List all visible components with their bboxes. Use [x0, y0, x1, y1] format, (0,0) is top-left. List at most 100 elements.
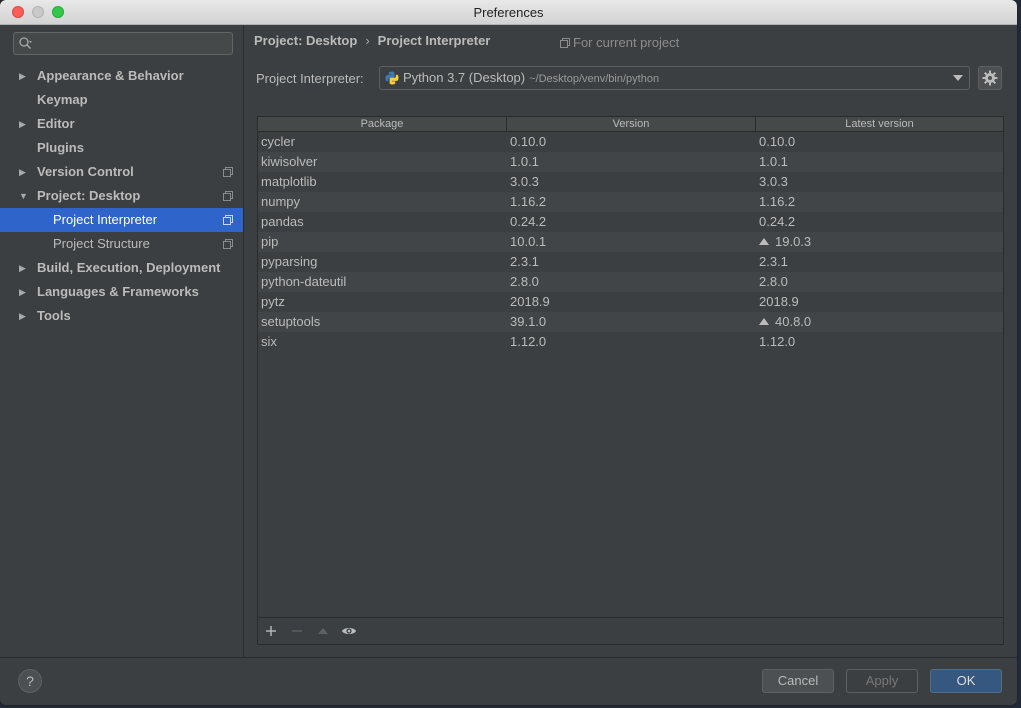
latest-version-text: 2.8.0 — [759, 274, 788, 289]
settings-tree: ▶ Appearance & Behavior Keymap ▶ Editor … — [0, 64, 243, 328]
settings-search-input[interactable] — [13, 32, 233, 55]
breadcrumb: Project: Desktop › Project Interpreter — [254, 33, 490, 48]
package-version-cell: 3.0.3 — [510, 174, 539, 189]
expand-arrow-icon[interactable]: ▶ — [19, 280, 29, 304]
cancel-button[interactable]: Cancel — [762, 669, 834, 693]
table-body: cycler 0.10.0 0.10.0 kiwisolver 1.0.1 1.0.1 ma… — [258, 132, 1003, 352]
column-header-latest-version[interactable]: Latest version — [756, 117, 1003, 131]
latest-version-text: 0.24.2 — [759, 214, 796, 229]
sidebar-item-build-execution-deployment[interactable]: ▶ Build, Execution, Deployment — [0, 256, 243, 280]
table-row[interactable]: pandas 0.24.2 0.24.2 — [258, 212, 1003, 232]
collapse-arrow-icon[interactable]: ▼ — [19, 184, 29, 208]
package-latest-version-cell: 40.8.0 — [759, 312, 811, 332]
sidebar-item-languages-frameworks[interactable]: ▶ Languages & Frameworks — [0, 280, 243, 304]
latest-version-text: 1.0.1 — [759, 154, 788, 169]
package-version-cell: 39.1.0 — [510, 314, 547, 329]
column-header-package[interactable]: Package — [258, 117, 507, 131]
latest-version-text: 0.10.0 — [759, 134, 796, 149]
package-name-cell: python-dateutil — [261, 274, 347, 289]
expand-arrow-icon[interactable]: ▶ — [19, 64, 29, 88]
package-name-cell: pyparsing — [261, 254, 318, 269]
ok-button[interactable]: OK — [930, 669, 1002, 693]
project-scope-icon — [223, 167, 233, 177]
table-row[interactable]: pytz 2018.9 2018.9 — [258, 292, 1003, 312]
sidebar-item-keymap[interactable]: Keymap — [0, 88, 243, 112]
python-icon — [385, 71, 399, 85]
package-name-cell: matplotlib — [261, 174, 317, 189]
table-row[interactable]: kiwisolver 1.0.1 1.0.1 — [258, 152, 1003, 172]
zoom-window-button[interactable] — [52, 6, 64, 18]
table-row[interactable]: pyparsing 2.3.1 2.3.1 — [258, 252, 1003, 272]
package-version-cell: 0.24.2 — [510, 214, 547, 229]
sidebar-item-label: Build, Execution, Deployment — [37, 260, 221, 275]
project-scope-icon — [223, 191, 233, 201]
breadcrumb-separator: › — [365, 33, 370, 48]
table-row[interactable]: python-dateutil 2.8.0 2.8.0 — [258, 272, 1003, 292]
sidebar-item-plugins[interactable]: Plugins — [0, 136, 243, 160]
minimize-window-button[interactable] — [32, 6, 44, 18]
package-latest-version-cell: 0.10.0 — [759, 132, 795, 152]
package-latest-version-cell: 19.0.3 — [759, 232, 811, 252]
latest-version-text: 40.8.0 — [775, 314, 812, 329]
table-row[interactable]: numpy 1.16.2 1.16.2 — [258, 192, 1003, 212]
package-latest-version-cell: 2.8.0 — [759, 272, 788, 292]
expand-arrow-icon[interactable]: ▶ — [19, 112, 29, 136]
package-name-cell: cycler — [261, 134, 295, 149]
packages-toolbar — [258, 617, 1003, 644]
upgrade-available-icon — [759, 238, 769, 245]
package-name-cell: pandas — [261, 214, 304, 229]
latest-version-text: 2.3.1 — [759, 254, 788, 269]
breadcrumb-current: Project Interpreter — [377, 33, 491, 48]
package-version-cell: 0.10.0 — [510, 134, 547, 149]
packages-table[interactable]: Package Version Latest version cycler 0.1… — [257, 116, 1004, 645]
interpreter-select[interactable]: Python 3.7 (Desktop) ~/Desktop/venv/bin/p… — [379, 66, 970, 90]
package-version-cell: 2018.9 — [510, 294, 550, 309]
project-scope-icon — [223, 215, 233, 225]
sidebar-item-label: Version Control — [37, 164, 134, 179]
package-name-cell: pytz — [261, 294, 285, 309]
latest-version-text: 3.0.3 — [759, 174, 788, 189]
column-header-version[interactable]: Version — [507, 117, 756, 131]
eye-icon[interactable] — [341, 623, 357, 639]
sidebar-item-label: Project Interpreter — [53, 212, 158, 227]
chevron-down-icon[interactable] — [953, 75, 963, 81]
sidebar-item-tools[interactable]: ▶ Tools — [0, 304, 243, 328]
sidebar-item-editor[interactable]: ▶ Editor — [0, 112, 243, 136]
table-row[interactable]: six 1.12.0 1.12.0 — [258, 332, 1003, 352]
upgrade-package-icon[interactable] — [315, 623, 331, 639]
sidebar-item-appearance-behavior[interactable]: ▶ Appearance & Behavior — [0, 64, 243, 88]
sidebar-item-project-interpreter[interactable]: Project Interpreter — [0, 208, 243, 232]
preferences-window: Preferences ▶ Appearance & Behavior Keym… — [0, 0, 1017, 705]
help-button[interactable]: ? — [18, 669, 42, 693]
table-header: Package Version Latest version — [258, 117, 1003, 132]
remove-package-icon[interactable] — [289, 623, 305, 639]
settings-sidebar: ▶ Appearance & Behavior Keymap ▶ Editor … — [0, 25, 244, 657]
close-window-button[interactable] — [12, 6, 24, 18]
expand-arrow-icon[interactable]: ▶ — [19, 160, 29, 184]
sidebar-item-label: Languages & Frameworks — [37, 284, 199, 299]
table-row[interactable]: setuptools 39.1.0 40.8.0 — [258, 312, 1003, 332]
expand-arrow-icon[interactable]: ▶ — [19, 256, 29, 280]
sidebar-item-project-structure[interactable]: Project Structure — [0, 232, 243, 256]
package-version-cell: 2.3.1 — [510, 254, 539, 269]
breadcrumb-parent[interactable]: Project: Desktop — [254, 33, 357, 48]
interpreter-value: Python 3.7 (Desktop) ~/Desktop/venv/bin/p… — [403, 70, 659, 85]
settings-content: Project: Desktop › Project Interpreter For… — [244, 25, 1017, 657]
project-scope-icon — [560, 38, 570, 48]
add-package-icon[interactable] — [263, 623, 279, 639]
sidebar-item-label: Tools — [37, 308, 71, 323]
table-row[interactable]: pip 10.0.1 19.0.3 — [258, 232, 1003, 252]
scope-note: For current project — [560, 35, 679, 50]
table-row[interactable]: cycler 0.10.0 0.10.0 — [258, 132, 1003, 152]
interpreter-name: Python 3.7 (Desktop) — [403, 70, 526, 85]
sidebar-item-version-control[interactable]: ▶ Version Control — [0, 160, 243, 184]
interpreter-settings-button[interactable] — [978, 66, 1002, 90]
scope-note-text: For current project — [573, 35, 680, 50]
apply-button[interactable]: Apply — [846, 669, 918, 693]
table-row[interactable]: matplotlib 3.0.3 3.0.3 — [258, 172, 1003, 192]
package-name-cell: pip — [261, 234, 279, 249]
sidebar-item-project-desktop[interactable]: ▼ Project: Desktop — [0, 184, 243, 208]
expand-arrow-icon[interactable]: ▶ — [19, 304, 29, 328]
latest-version-text: 1.12.0 — [759, 334, 796, 349]
package-latest-version-cell: 0.24.2 — [759, 212, 795, 232]
